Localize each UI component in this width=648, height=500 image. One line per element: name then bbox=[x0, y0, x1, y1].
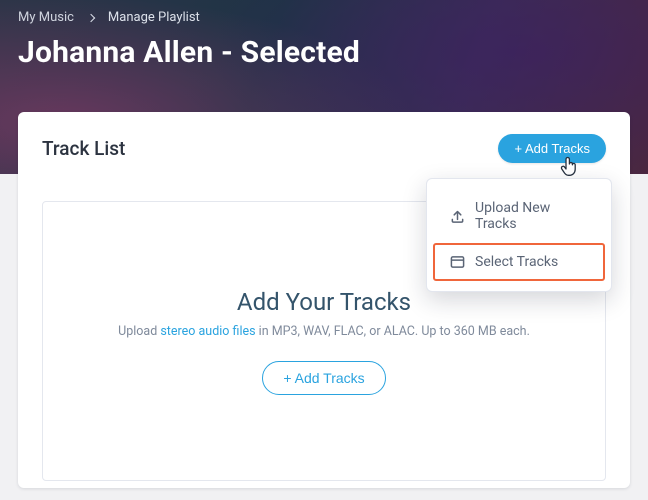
menu-item-select-tracks[interactable]: Select Tracks bbox=[433, 243, 605, 281]
app-viewport: My Music Manage Playlist Johanna Allen -… bbox=[0, 0, 648, 500]
empty-state-prefix: Upload bbox=[118, 324, 160, 339]
breadcrumb-root[interactable]: My Music bbox=[18, 10, 74, 25]
section-title: Track List bbox=[42, 137, 125, 160]
track-list-card: Track List + Add Tracks Upload New Track… bbox=[18, 112, 630, 488]
stereo-audio-files-link[interactable]: stereo audio files bbox=[160, 324, 255, 339]
breadcrumb-current: Manage Playlist bbox=[108, 10, 200, 25]
menu-item-upload-new-tracks[interactable]: Upload New Tracks bbox=[433, 189, 605, 243]
breadcrumb: My Music Manage Playlist bbox=[0, 0, 648, 25]
browser-window-icon bbox=[449, 254, 465, 270]
empty-state-suffix: in MP3, WAV, FLAC, or ALAC. Up to 360 MB… bbox=[256, 324, 530, 339]
upload-icon bbox=[449, 208, 465, 224]
empty-state-title: Add Your Tracks bbox=[237, 288, 411, 316]
add-tracks-button[interactable]: + Add Tracks bbox=[498, 134, 606, 163]
card-header: Track List + Add Tracks Upload New Track… bbox=[42, 134, 606, 163]
chevron-right-icon bbox=[87, 13, 95, 21]
add-tracks-menu: Upload New Tracks Select Tracks bbox=[426, 178, 612, 292]
empty-state-subtitle: Upload stereo audio files in MP3, WAV, F… bbox=[118, 324, 530, 339]
page-title: Johanna Allen - Selected bbox=[0, 25, 648, 70]
add-tracks-outline-button[interactable]: + Add Tracks bbox=[262, 361, 385, 395]
menu-item-label: Upload New Tracks bbox=[475, 200, 589, 232]
menu-item-label: Select Tracks bbox=[475, 254, 558, 270]
